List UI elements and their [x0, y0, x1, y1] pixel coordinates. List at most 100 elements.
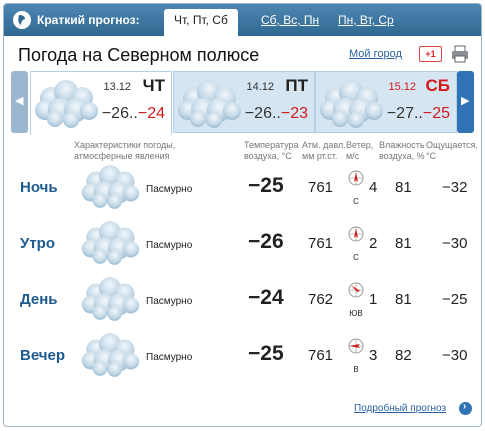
day-max-temp: −24 — [137, 105, 165, 122]
day-date: 15.12 — [388, 81, 416, 93]
weather-widget: Краткий прогноз: Чт, Пт, Сб Сб, Вс, Пн П… — [3, 3, 482, 427]
wind-direction-icon — [348, 282, 364, 298]
printer-icon[interactable] — [451, 45, 469, 63]
header-line: мм рт.ст. — [302, 151, 338, 161]
header-line: °С — [426, 151, 437, 161]
day-card-fri[interactable]: 14.12 ПТ −26..−23 — [173, 71, 315, 133]
wind-direction-icon — [348, 226, 364, 242]
header-humidity: Влажность воздуха, % — [379, 140, 425, 162]
header-wind: Ветер, м/с — [346, 140, 373, 162]
forecast-row-evening: Вечер Пасмурно −25 761 В 3 82 −30 — [4, 330, 481, 386]
header-line: Атм. давл. — [302, 140, 346, 150]
day-date: 14.12 — [246, 81, 274, 93]
humidity-value: 82 — [395, 347, 412, 364]
pressure-value: 762 — [308, 291, 334, 308]
tab-thu-fri-sat[interactable]: Чт, Пт, Сб — [164, 9, 238, 36]
header-line: Ветер, — [346, 140, 374, 150]
day-temps: −26..−23 — [245, 105, 308, 123]
overcast-cloud-icon — [33, 80, 99, 128]
day-of-week: ЧТ — [142, 76, 165, 95]
my-city-link[interactable]: Мой город — [349, 48, 402, 60]
day-part-label: Ночь — [20, 179, 58, 196]
chevron-left-icon: ◀ — [15, 95, 24, 107]
day-card-thu[interactable]: 13.12 ЧТ −26..−24 — [30, 71, 172, 135]
logo-icon — [13, 11, 31, 29]
humidity-value: 81 — [395, 235, 412, 252]
header-line: Ощущается, — [426, 140, 479, 150]
day-of-week: ПТ — [285, 76, 308, 95]
day-date: 13.12 — [103, 81, 131, 93]
forecast-row-morning: Утро Пасмурно −26 761 С 2 81 −30 — [4, 218, 481, 274]
day-part-label: Утро — [20, 235, 56, 252]
header-line: атмосферные явления — [74, 151, 170, 161]
overcast-cloud-icon — [80, 332, 140, 378]
page-title: Погода на Северном полюсе — [18, 45, 260, 65]
detailed-forecast-link[interactable]: Подробный прогноз — [354, 403, 446, 414]
wind-direction-icon — [348, 338, 364, 354]
brand-label: Краткий прогноз: — [37, 13, 140, 27]
forecast-row-night: Ночь Пасмурно −25 761 С 4 81 −32 — [4, 162, 481, 218]
tab-mon-tue-wed[interactable]: Пн, Вт, Ср — [338, 13, 394, 27]
feels-like-value: −30 — [442, 347, 468, 364]
day-of-week: СБ — [425, 76, 451, 95]
forecast-row-day: День Пасмурно −24 762 ЮВ 1 81 −25 — [4, 274, 481, 330]
header-line: воздуха, °С — [244, 151, 292, 161]
day-card-sat[interactable]: 15.12 СБ −27..−25 — [315, 71, 457, 133]
temperature-value: −24 — [248, 286, 284, 309]
header-temperature: Температура воздуха, °С — [244, 140, 299, 162]
overcast-cloud-icon — [80, 220, 140, 266]
overcast-cloud-icon — [318, 80, 384, 128]
condition-text: Пасмурно — [146, 184, 193, 195]
temperature-value: −25 — [248, 174, 284, 197]
header-feels-like: Ощущается, °С — [426, 140, 478, 162]
next-days-button[interactable]: ▶ — [457, 71, 474, 133]
condition-text: Пасмурно — [146, 352, 193, 363]
day-min-temp: −27.. — [386, 105, 423, 122]
pressure-value: 761 — [308, 235, 334, 252]
header-pressure: Атм. давл. мм рт.ст. — [302, 140, 346, 162]
temperature-value: −26 — [248, 230, 284, 253]
wind-direction-label: ЮВ — [349, 309, 363, 318]
pressure-value: 761 — [308, 347, 334, 364]
condition-text: Пасмурно — [146, 296, 193, 307]
wind-direction-label: В — [353, 365, 359, 374]
overcast-cloud-icon — [80, 164, 140, 210]
top-bar: Краткий прогноз: Чт, Пт, Сб Сб, Вс, Пн П… — [4, 4, 481, 36]
day-temps: −27..−25 — [387, 105, 450, 123]
day-part-label: Вечер — [20, 347, 66, 364]
header-line: Температура — [244, 140, 299, 150]
day-max-temp: −23 — [280, 105, 308, 122]
wind-direction-label: С — [353, 197, 359, 206]
overcast-cloud-icon — [80, 276, 140, 322]
tab-sat-sun-mon[interactable]: Сб, Вс, Пн — [261, 13, 319, 27]
header-line: воздуха, % — [379, 151, 425, 161]
wind-speed-value: 3 — [369, 347, 378, 364]
humidity-value: 81 — [395, 179, 412, 196]
header-line: Влажность — [379, 140, 425, 150]
chevron-right-icon[interactable]: › — [459, 401, 472, 415]
feels-like-value: −25 — [442, 291, 468, 308]
wind-direction-icon — [348, 170, 364, 186]
temperature-value: −25 — [248, 342, 284, 365]
day-min-temp: −26.. — [101, 105, 138, 122]
day-selector: ◀ 13.12 ЧТ −26..−24 14.12 ПТ −26..−23 15… — [11, 71, 474, 135]
day-min-temp: −26.. — [244, 105, 281, 122]
feels-like-value: −32 — [442, 179, 468, 196]
feels-like-value: −30 — [442, 235, 468, 252]
header-line: Характеристики погоды, — [74, 140, 176, 150]
wind-direction-label: С — [353, 253, 359, 262]
overcast-cloud-icon — [176, 80, 242, 128]
google-plus-button[interactable]: +1 — [419, 46, 442, 62]
wind-speed-value: 2 — [369, 235, 378, 252]
prev-days-button[interactable]: ◀ — [11, 71, 28, 133]
chevron-right-icon: ▶ — [461, 95, 470, 107]
day-part-label: День — [20, 291, 58, 308]
pressure-value: 761 — [308, 179, 334, 196]
header-conditions: Характеристики погоды, атмосферные явлен… — [74, 140, 175, 162]
day-max-temp: −25 — [422, 105, 450, 122]
condition-text: Пасмурно — [146, 240, 193, 251]
wind-speed-value: 1 — [369, 291, 378, 308]
day-temps: −26..−24 — [102, 105, 165, 123]
humidity-value: 81 — [395, 291, 412, 308]
wind-speed-value: 4 — [369, 179, 378, 196]
